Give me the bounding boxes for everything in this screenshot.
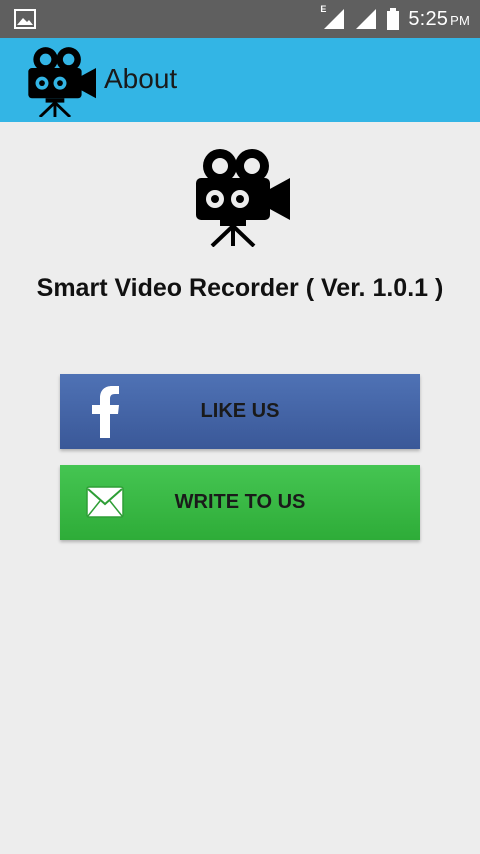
page-title: About bbox=[104, 63, 178, 94]
signal-icon bbox=[356, 9, 377, 29]
app-name-version: Smart Video Recorder ( Ver. 1.0.1 ) bbox=[36, 274, 444, 302]
clock-ampm: PM bbox=[450, 12, 470, 28]
write-to-us-button[interactable]: WRITE TO US bbox=[60, 465, 420, 540]
video-camera-icon[interactable] bbox=[22, 45, 98, 117]
like-us-button[interactable]: LIKE US bbox=[60, 374, 420, 449]
clock-time: 5:25 bbox=[408, 7, 449, 30]
image-notification-icon bbox=[14, 9, 36, 29]
signal-icon: E bbox=[320, 4, 346, 31]
write-to-us-label: WRITE TO US bbox=[174, 491, 306, 513]
status-icons: E 5:25 PM bbox=[320, 0, 470, 38]
battery-icon bbox=[387, 8, 400, 30]
clock: 5:25 PM bbox=[408, 8, 470, 31]
status-bar: E 5:25 PM bbox=[0, 0, 480, 38]
like-us-label: LIKE US bbox=[200, 400, 280, 422]
video-camera-icon bbox=[196, 149, 290, 247]
app-bar: About bbox=[0, 38, 480, 122]
